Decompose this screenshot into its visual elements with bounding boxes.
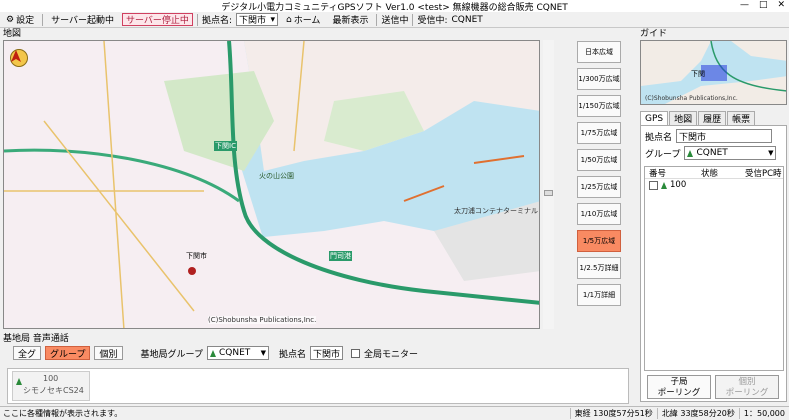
guide-copyright: (C)Shobunsha Publications,Inc. xyxy=(645,95,738,102)
title-bar: デジタル小電力コミュニティGPSソフト Ver1.0 <test> 無線機器の総… xyxy=(0,0,789,13)
base-group-label: 基地局グループ xyxy=(140,349,203,360)
zoom-buttons: 日本広域 1/300万広域 1/150万広域 1/75万広域 1/50万広域 1… xyxy=(577,41,621,306)
minimize-button[interactable]: — xyxy=(740,0,749,10)
base-group-select[interactable]: CQNET ▼ xyxy=(206,346,269,360)
map-label-center: 下関市 xyxy=(186,252,207,260)
zoom-slider[interactable] xyxy=(543,40,554,329)
zoom-button[interactable]: 1/1万詳細 xyxy=(577,284,621,306)
side-station-value: 下関市 xyxy=(676,129,773,143)
toolbar-divider xyxy=(42,13,44,26)
row-checkbox[interactable] xyxy=(649,180,658,190)
close-button[interactable]: ✕ xyxy=(777,0,785,10)
status-latitude: 北緯 33度58分20秒 xyxy=(656,408,739,419)
side-tabs: GPS 地図 履歴 帳票 xyxy=(640,111,756,125)
antenna-icon xyxy=(661,181,667,189)
station-list-header: 番号 状態 受信PC時 xyxy=(645,167,783,179)
map-panel-label: 地図 xyxy=(3,29,22,39)
antenna-icon xyxy=(209,349,216,357)
zoom-button[interactable]: 1/75万広域 xyxy=(577,122,621,144)
zoom-button[interactable]: 日本広域 xyxy=(577,41,621,63)
zoom-button-active[interactable]: 1/5万広域 xyxy=(577,230,621,252)
gear-icon: ⚙ xyxy=(6,14,15,25)
individual-polling-button[interactable]: 個別 ポーリング xyxy=(715,375,779,399)
map-graphic xyxy=(4,41,539,328)
side-group-label: グループ xyxy=(645,149,681,160)
zoom-button[interactable]: 1/10万広域 xyxy=(577,203,621,225)
compass-icon xyxy=(10,49,28,67)
guide-map[interactable]: 下関 (C)Shobunsha Publications,Inc. xyxy=(640,40,787,105)
all-call-button[interactable]: 全グ xyxy=(13,346,42,360)
zoom-button[interactable]: 1/25万広域 xyxy=(577,176,621,198)
antenna-icon xyxy=(687,149,694,157)
guide-label: ガイド xyxy=(640,29,668,39)
individual-call-button[interactable]: 個別 xyxy=(94,346,123,360)
station-name-label: 拠点名: xyxy=(201,16,232,26)
tab-report[interactable]: 帳票 xyxy=(727,111,756,125)
gps-tab-content: 拠点名 下関市 グループ CQNET ▼ 番号 状態 受信PC時 100 子局 … xyxy=(640,125,787,402)
status-message: ここに各種情報が表示されます。 xyxy=(3,409,123,418)
toolbar-divider xyxy=(196,13,198,26)
server-start-button[interactable]: サーバー起動中 xyxy=(47,13,118,26)
server-stop-button[interactable]: サーバー停止中 xyxy=(122,13,193,26)
antenna-icon xyxy=(16,378,22,385)
map-panel: 地図 下関IC 火の山公園 太刀浦コンテナターミナル 門司港 下関市 (C)Sh… xyxy=(3,29,633,329)
voice-call-panel: 基地局 音声通話 全グ グループ 個別 基地局グループ CQNET ▼ 拠点名 … xyxy=(3,331,633,406)
col-state: 状態 xyxy=(701,168,719,179)
map-canvas[interactable]: 下関IC 火の山公園 太刀浦コンテナターミナル 門司港 下関市 (C)Shobu… xyxy=(3,40,540,329)
guide-panel: ガイド 下関 (C)Shobunsha Publications,Inc. xyxy=(640,29,787,107)
col-pc: 受信PC時 xyxy=(745,168,782,179)
zoom-slider-thumb[interactable] xyxy=(544,190,553,196)
tab-gps[interactable]: GPS xyxy=(640,111,669,125)
chevron-down-icon: ▼ xyxy=(768,149,774,157)
monitor-label: 全局モニター xyxy=(364,349,419,360)
receiving-value: CQNET xyxy=(451,14,483,25)
receiving-label: 受信中: xyxy=(417,16,448,26)
toolbar-divider xyxy=(376,13,378,26)
toolbar-divider xyxy=(412,13,414,26)
list-item[interactable]: 100 xyxy=(645,179,783,191)
map-label-mojiko: 門司港 xyxy=(329,251,352,261)
map-copyright: (C)Shobunsha Publications,Inc. xyxy=(208,316,317,324)
zoom-button[interactable]: 1/150万広域 xyxy=(577,95,621,117)
child-polling-button[interactable]: 子局 ポーリング xyxy=(647,375,711,399)
toolbar: ⚙ 設定 サーバー起動中 サーバー停止中 拠点名: 下関市 ▾ ⌂ ホーム 最新… xyxy=(0,12,789,28)
station-list: 番号 状態 受信PC時 100 xyxy=(644,166,784,371)
station-name-select[interactable]: 下関市 ▾ xyxy=(235,13,278,26)
zoom-button[interactable]: 1/50万広域 xyxy=(577,149,621,171)
tab-map[interactable]: 地図 xyxy=(669,111,698,125)
status-scale: 1：50,000 xyxy=(738,408,789,419)
station-value: 下関市 xyxy=(309,346,343,360)
latest-button[interactable]: 最新表示 xyxy=(328,13,372,26)
map-label-tachi: 太刀浦コンテナターミナル xyxy=(454,207,538,215)
status-bar: ここに各種情報が表示されます。 東経 130度57分51秒 北緯 33度58分2… xyxy=(0,406,789,420)
monitor-checkbox[interactable] xyxy=(351,348,360,358)
chevron-down-icon: ▼ xyxy=(260,349,266,357)
sending-status: 送信中 xyxy=(381,16,409,26)
zoom-button[interactable]: 1/2.5万詳細 xyxy=(577,257,621,279)
guide-city: 下関 xyxy=(691,70,705,78)
side-group-select[interactable]: CQNET ▼ xyxy=(684,146,777,160)
status-longitude: 東経 130度57分51秒 xyxy=(569,408,657,419)
group-call-button[interactable]: グループ xyxy=(45,346,91,360)
tab-history[interactable]: 履歴 xyxy=(698,111,727,125)
home-icon: ⌂ xyxy=(285,14,292,25)
station-label: 拠点名 xyxy=(278,349,306,360)
window-title: デジタル小電力コミュニティGPSソフト Ver1.0 <test> 無線機器の総… xyxy=(221,2,568,13)
col-number: 番号 xyxy=(649,168,667,179)
zoom-button[interactable]: 1/300万広域 xyxy=(577,68,621,90)
voice-call-title: 基地局 音声通話 xyxy=(3,334,69,344)
side-station-label: 拠点名 xyxy=(645,132,673,143)
chevron-down-icon: ▾ xyxy=(270,14,275,25)
home-button[interactable]: ⌂ ホーム xyxy=(282,13,324,27)
station-tile[interactable]: 100 シモノセキCS24 xyxy=(12,371,90,401)
maximize-button[interactable]: □ xyxy=(759,0,768,10)
map-label-hinoyama: 火の山公園 xyxy=(259,172,294,180)
settings-button[interactable]: ⚙ 設定 xyxy=(2,13,38,27)
station-tiles: 100 シモノセキCS24 xyxy=(7,368,629,404)
map-label-ic: 下関IC xyxy=(214,141,237,151)
